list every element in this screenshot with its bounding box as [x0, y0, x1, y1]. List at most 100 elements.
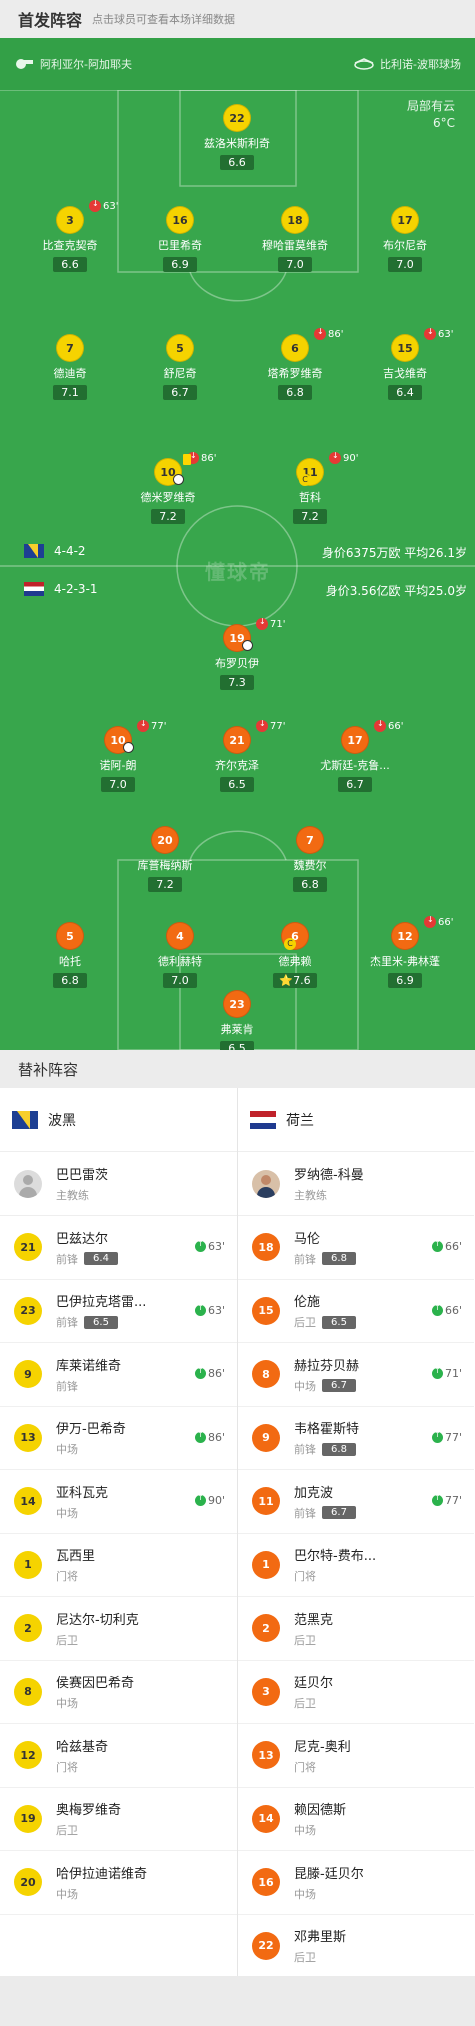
- sub-player-row[interactable]: 2 尼达尔-切利克 后卫: [0, 1597, 237, 1661]
- sub-name: 伦施: [294, 1295, 321, 1311]
- player-number: 23: [229, 997, 245, 1011]
- sub-player-row[interactable]: 19 奥梅罗维奇 后卫: [0, 1788, 237, 1851]
- player-rating: 6.5: [220, 777, 254, 792]
- home-coach[interactable]: 巴巴雷茨 主教练: [0, 1152, 237, 1216]
- sub-out-minute: 66': [388, 720, 404, 732]
- pitch-player[interactable]: 17 布尔尼奇 7.0: [350, 206, 460, 272]
- pitch-player[interactable]: 1086'德米罗维奇7.2: [113, 451, 223, 524]
- player-number-badge: 18: [281, 206, 309, 234]
- sub-in-icon: [194, 1430, 206, 1443]
- player-number-badge: 15: [391, 334, 419, 362]
- sub-player-row[interactable]: 15 伦施后卫 6.5 66': [238, 1280, 474, 1343]
- player-number: 7: [306, 833, 314, 847]
- pitch-player[interactable]: 18 穆哈雷莫维奇 7.0: [240, 206, 350, 272]
- sub-player-row[interactable]: 14 赖因德斯 中场: [238, 1788, 474, 1851]
- sub-name: 马伦: [294, 1231, 321, 1247]
- sub-in-time: 66': [431, 1239, 462, 1253]
- sub-name: 尼克-奥利: [294, 1739, 351, 1755]
- pitch-player[interactable]: 7 德迪奇 7.1: [15, 334, 125, 400]
- sub-number-badge: 9: [252, 1423, 280, 1452]
- stadium-name: 比利诺-波耶球场: [380, 58, 461, 71]
- pitch-player[interactable]: 5 哈托 6.8: [15, 922, 125, 988]
- sub-position: 门将: [294, 1570, 316, 1584]
- player-number-badge: 4: [166, 922, 194, 950]
- sub-player-row[interactable]: 9 库莱诺维奇前锋 86': [0, 1343, 237, 1407]
- temperature: 6°C: [432, 116, 455, 130]
- away-coach[interactable]: 罗纳德-科曼 主教练: [238, 1152, 474, 1216]
- player-name: 库普梅纳斯: [137, 859, 193, 872]
- sub-number-badge: 15: [252, 1296, 280, 1325]
- player-name: 德迪奇: [53, 367, 87, 380]
- pitch-player[interactable]: 1190'C哲科7.2: [255, 451, 365, 524]
- sub-number: 1: [262, 1558, 270, 1572]
- sub-player-row[interactable]: 18 马伦前锋 6.8 66': [238, 1216, 474, 1280]
- pitch-player[interactable]: 16 巴里希奇 6.9: [125, 206, 235, 272]
- sub-in-minute: 63': [207, 1303, 225, 1317]
- sub-player-row[interactable]: 13 尼克-奥利 门将: [238, 1724, 474, 1788]
- home-team-name: 波黑: [48, 1112, 76, 1129]
- sub-name: 巴兹达尔: [56, 1231, 109, 1247]
- player-name: 哲科: [299, 491, 321, 504]
- sub-player-row[interactable]: 2 范黑克 后卫: [238, 1597, 474, 1661]
- sub-player-row[interactable]: 23 巴伊拉克塔雷... 前锋 6.5 63': [0, 1280, 237, 1343]
- player-number: 12: [397, 929, 413, 943]
- pitch-player[interactable]: 12 66' 杰里米-弗林蓬 6.9: [350, 915, 460, 988]
- sub-player-row[interactable]: 14 亚科瓦克中场 90': [0, 1470, 237, 1534]
- sub-player-row[interactable]: 13 伊万-巴希奇中场 86': [0, 1407, 237, 1470]
- sub-player-row[interactable]: 1 巴尔特-费布... 门将: [238, 1534, 474, 1597]
- pitch-player[interactable]: 22 兹洛米斯利奇 6.6: [182, 104, 292, 170]
- pitch-player[interactable]: 1077'诺阿-朗7.0: [63, 719, 173, 792]
- pitch-player[interactable]: 15 63' 吉戈维奇 6.4: [350, 327, 460, 400]
- subs-panel: 波黑 巴巴雷茨 主教练 21巴兹达尔前锋6.463'23巴伊拉克塔雷...前锋6…: [0, 1088, 475, 1978]
- pitch-player[interactable]: 6 86' 塔希罗维奇 6.8: [240, 327, 350, 400]
- sub-player-row[interactable]: 12 哈兹基奇 门将: [0, 1724, 237, 1788]
- pitch-player[interactable]: 23 弗莱肯 6.5: [182, 990, 292, 1050]
- sub-out-minute: 86': [328, 328, 344, 340]
- sub-out-marker: 63': [424, 327, 453, 340]
- pitch-player[interactable]: 7 魏费尔 6.8: [255, 826, 365, 892]
- sub-number-badge: 21: [14, 1233, 42, 1262]
- sub-out-marker: 86': [314, 327, 344, 340]
- pitch-player[interactable]: 17 66' 尤斯廷-克鲁... 6.7: [300, 719, 410, 792]
- sub-player-row[interactable]: 21 巴兹达尔前锋 6.4 63': [0, 1216, 237, 1280]
- player-rating: 6.7: [163, 385, 197, 400]
- pitch-player[interactable]: 21 77' 齐尔克泽 6.5: [182, 719, 292, 792]
- bosnia-flag-icon: [12, 1110, 38, 1129]
- sub-player-row[interactable]: 3 廷贝尔 后卫: [238, 1661, 474, 1724]
- sub-player-row[interactable]: 8 侯赛因巴希奇 中场: [0, 1661, 237, 1724]
- sub-player-row[interactable]: 9 韦格霍斯特前锋 6.8 77': [238, 1407, 474, 1470]
- referee-name: 阿利亚尔-阿加耶夫: [40, 58, 132, 71]
- sub-rating: 6.8: [322, 1442, 356, 1456]
- pitch-player[interactable]: 4 德利赫特 7.0: [125, 922, 235, 988]
- pitch-player[interactable]: 5 舒尼奇 6.7: [125, 334, 235, 400]
- player-name: 弗莱肯: [220, 1023, 254, 1036]
- sub-out-minute: 90': [343, 452, 359, 464]
- player-number-badge: 16: [166, 206, 194, 234]
- header-subtitle: 点击球员可查看本场详细数据: [92, 13, 236, 26]
- pitch-player[interactable]: 3 63' 比查克契奇 6.6: [15, 199, 125, 272]
- sub-position: 中场: [56, 1697, 78, 1711]
- netherlands-flag-icon: [24, 582, 44, 596]
- sub-out-marker: 77': [256, 719, 285, 732]
- sub-player-row[interactable]: 20 哈伊拉迪诺维奇 中场: [0, 1851, 237, 1915]
- pitch-player[interactable]: 20 库普梅纳斯 7.2: [110, 826, 220, 892]
- player-name: 哈托: [59, 955, 81, 968]
- sub-name: 哈兹基奇: [56, 1739, 109, 1755]
- player-number-badge: 17: [391, 206, 419, 234]
- player-number: 17: [347, 733, 363, 747]
- sub-in-icon: [194, 1493, 206, 1506]
- sub-player-row[interactable]: 8 赫拉芬贝赫中场 6.7 71': [238, 1343, 474, 1407]
- sub-player-row[interactable]: 1 瓦西里 门将: [0, 1534, 237, 1597]
- sub-name: 瓦西里: [56, 1549, 96, 1565]
- sub-player-row[interactable]: 11 加克波前锋 6.7 77': [238, 1470, 474, 1534]
- sub-player-row[interactable]: 16 昆滕-廷贝尔 中场: [238, 1851, 474, 1915]
- sub-in-time: 90': [194, 1493, 225, 1507]
- sub-number: 16: [258, 1875, 274, 1889]
- sub-out-minute: 66': [438, 916, 454, 928]
- pitch-player[interactable]: 6 C 德弗赖 ⭐7.6: [240, 922, 350, 988]
- player-name: 布尔尼奇: [383, 239, 427, 252]
- player-name: 布罗贝伊: [215, 657, 259, 670]
- sub-player-row[interactable]: 22 邓弗里斯 后卫: [238, 1915, 474, 1978]
- pitch-player[interactable]: 1971'布罗贝伊7.3: [182, 617, 292, 690]
- sub-in-minute: 63': [207, 1240, 225, 1253]
